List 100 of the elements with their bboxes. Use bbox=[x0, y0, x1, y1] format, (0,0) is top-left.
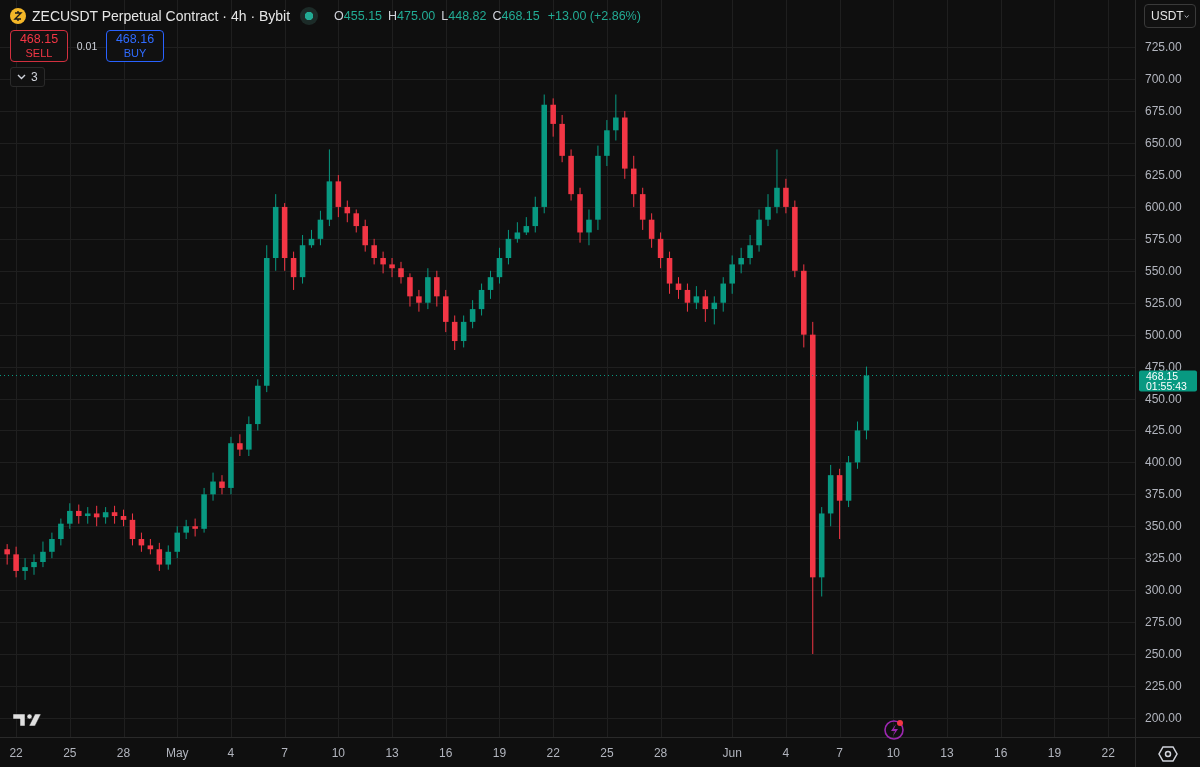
price-axis-label: 500.00 bbox=[1145, 327, 1182, 342]
price-axis-label: 350.00 bbox=[1145, 519, 1182, 534]
lightning-icon[interactable] bbox=[884, 720, 904, 740]
candle bbox=[523, 216, 530, 236]
time-axis-label: 22 bbox=[546, 746, 560, 760]
candle bbox=[675, 276, 682, 300]
price-axis-label: 300.00 bbox=[1145, 583, 1182, 598]
time-axis-label: 25 bbox=[63, 746, 77, 760]
candle bbox=[496, 247, 503, 285]
candle bbox=[344, 200, 351, 223]
price-axis-label: 675.00 bbox=[1145, 104, 1182, 119]
time-axis-label: 22 bbox=[9, 746, 23, 760]
time-axis-label: 13 bbox=[385, 746, 399, 760]
candle bbox=[183, 519, 189, 540]
candle bbox=[783, 178, 789, 214]
candle bbox=[532, 196, 539, 233]
candle bbox=[702, 289, 709, 323]
candle bbox=[31, 553, 37, 576]
candle bbox=[577, 187, 583, 244]
candle bbox=[738, 247, 744, 274]
candle bbox=[747, 234, 753, 265]
candle bbox=[93, 505, 100, 527]
time-axis-label: 7 bbox=[836, 746, 843, 760]
candle bbox=[147, 538, 154, 555]
price-change: +13.00 (+2.86%) bbox=[547, 9, 641, 23]
candle bbox=[460, 315, 467, 348]
candle bbox=[255, 378, 261, 431]
currency-dropdown[interactable]: USDT bbox=[1144, 4, 1196, 28]
settings-icon[interactable] bbox=[1158, 746, 1178, 762]
candle bbox=[693, 285, 700, 310]
candle bbox=[720, 276, 726, 313]
candle bbox=[648, 212, 655, 249]
time-axis-label: 4 bbox=[782, 746, 790, 760]
candle bbox=[827, 464, 834, 527]
candle bbox=[451, 315, 458, 351]
buy-button[interactable]: 468.16 BUY bbox=[106, 30, 164, 62]
price-axis-label: 650.00 bbox=[1145, 136, 1182, 151]
candle bbox=[290, 251, 297, 291]
candle bbox=[84, 506, 91, 525]
time-axis-label: 19 bbox=[1047, 746, 1062, 760]
ohlc-label: H bbox=[388, 9, 398, 23]
indicators-toggle[interactable]: 3 bbox=[10, 67, 45, 87]
ohlc-label: C bbox=[492, 9, 502, 23]
candle bbox=[568, 148, 574, 202]
sell-button[interactable]: 468.15 SELL bbox=[10, 30, 68, 62]
symbol-title: ZECUSDT Perpetual Contract · 4h · Bybit bbox=[32, 8, 291, 24]
candle bbox=[22, 557, 28, 581]
time-axis-label: 22 bbox=[1101, 746, 1115, 760]
candle bbox=[639, 187, 646, 231]
candle bbox=[13, 546, 19, 578]
candle bbox=[854, 421, 861, 470]
candle bbox=[559, 114, 565, 163]
candle bbox=[317, 210, 324, 246]
price-axis-label: 600.00 bbox=[1145, 199, 1182, 214]
time-axis-label: 25 bbox=[600, 746, 614, 760]
candle bbox=[774, 148, 780, 214]
last-price-tag: 468.15 01:55:43 bbox=[1139, 370, 1197, 392]
ohlc-label: O bbox=[334, 9, 344, 23]
candle bbox=[845, 455, 852, 508]
candle bbox=[684, 283, 691, 313]
candle bbox=[398, 261, 404, 285]
candle bbox=[469, 299, 476, 329]
time-axis-label: 16 bbox=[439, 746, 453, 760]
candle bbox=[40, 541, 46, 568]
candle bbox=[666, 251, 673, 295]
candle bbox=[156, 542, 163, 572]
price-axis-label: 425.00 bbox=[1145, 423, 1182, 438]
candle bbox=[299, 234, 306, 285]
price-axis-label: 200.00 bbox=[1145, 710, 1182, 725]
price-axis-label: 700.00 bbox=[1145, 72, 1182, 87]
price-axis-label: 250.00 bbox=[1145, 647, 1182, 661]
candle bbox=[237, 433, 243, 457]
candle bbox=[765, 193, 771, 227]
ohlc-value: 455.15 bbox=[343, 9, 383, 23]
price-axis-label: 400.00 bbox=[1145, 455, 1182, 470]
candle bbox=[201, 487, 207, 534]
candle bbox=[514, 221, 521, 244]
candle bbox=[111, 505, 118, 525]
time-axis-label: 10 bbox=[886, 746, 900, 760]
candle bbox=[487, 270, 494, 300]
candle bbox=[76, 504, 82, 525]
time-axis-label: 7 bbox=[281, 746, 288, 760]
price-axis-label: 275.00 bbox=[1145, 615, 1182, 630]
price-axis-label: 225.00 bbox=[1145, 678, 1182, 693]
price-axis-label: 575.00 bbox=[1145, 231, 1182, 246]
logo-icon[interactable] bbox=[12, 713, 42, 727]
candle bbox=[604, 119, 610, 167]
candle bbox=[165, 544, 172, 571]
caret-icon bbox=[1183, 13, 1189, 19]
candle bbox=[550, 97, 556, 138]
spread-value: 0.01 bbox=[75, 40, 99, 52]
candle bbox=[657, 231, 664, 269]
candle bbox=[58, 518, 64, 546]
time-axis-label: 13 bbox=[940, 746, 954, 760]
time-axis-label: May bbox=[165, 746, 189, 760]
ohlc-value: 475.00 bbox=[397, 9, 436, 23]
candle bbox=[630, 155, 637, 208]
candle bbox=[586, 209, 592, 246]
candle bbox=[192, 518, 198, 537]
ohlc-label: L bbox=[441, 9, 449, 23]
